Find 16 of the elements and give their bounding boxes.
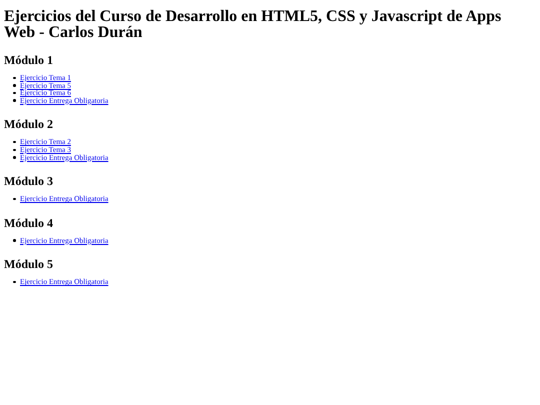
module-heading: Módulo 3 — [4, 174, 54, 188]
bullet-icon — [13, 76, 16, 80]
page-title: Ejercicios del Curso de Desarrollo en HTML5, CSS y Javascript de Apps Web - Carlos Durán — [4, 9, 502, 41]
module-heading: Módulo 1 — [4, 53, 54, 67]
module-heading: Módulo 5 — [4, 257, 54, 272]
bullet-icon — [13, 84, 16, 87]
bullet-icon — [13, 140, 16, 144]
bullet-icon — [13, 148, 16, 152]
bullet-icon — [13, 156, 16, 159]
bullet-icon — [13, 92, 16, 94]
bullet-icon — [13, 198, 16, 200]
module-heading: Módulo 2 — [4, 117, 54, 132]
bullet-icon — [13, 239, 16, 242]
module-heading: Módulo 4 — [4, 216, 54, 230]
bullet-icon — [13, 280, 16, 284]
bullet-icon — [13, 99, 16, 102]
